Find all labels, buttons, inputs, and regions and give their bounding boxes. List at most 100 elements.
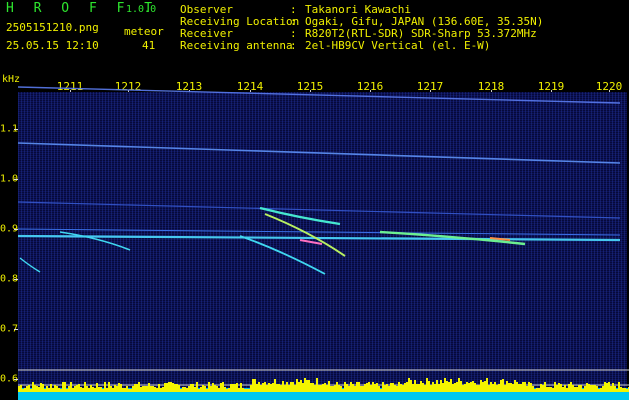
noise-spike — [116, 386, 118, 392]
noise-spike — [24, 388, 26, 392]
noise-spike — [544, 382, 546, 392]
noise-spike — [388, 386, 390, 392]
noise-spike — [208, 382, 210, 392]
noise-spike — [78, 384, 80, 392]
noise-spike — [620, 387, 622, 392]
noise-spike — [248, 389, 250, 392]
noise-spike — [290, 382, 292, 392]
noise-spike — [236, 383, 238, 392]
noise-spike — [310, 383, 312, 392]
noise-spike — [364, 384, 366, 392]
noise-spike — [320, 385, 322, 392]
noise-spike — [294, 385, 296, 392]
noise-spike — [20, 385, 22, 392]
noise-spike — [228, 388, 230, 392]
noise-spike — [240, 383, 242, 392]
noise-spike — [120, 384, 122, 392]
noise-spike — [194, 387, 196, 392]
noise-spike — [528, 382, 530, 392]
noise-spike — [58, 388, 60, 392]
noise-spike — [404, 383, 406, 392]
noise-spike — [232, 384, 234, 392]
noise-spike — [562, 387, 564, 392]
noise-spike — [330, 386, 332, 392]
noise-spike — [150, 386, 152, 392]
spectrogram-overlay — [17, 86, 629, 400]
noise-spike — [214, 385, 216, 392]
noise-spike — [480, 380, 482, 392]
noise-spike — [578, 385, 580, 392]
noise-spike — [366, 383, 368, 392]
noise-spike — [80, 387, 82, 392]
noise-spike — [534, 389, 536, 392]
noise-spike — [64, 382, 66, 392]
noise-spike — [260, 385, 262, 392]
noise-spike — [494, 382, 496, 392]
noise-spike — [600, 388, 602, 392]
noise-spike — [452, 384, 454, 392]
noise-spike — [250, 385, 252, 392]
noise-spike — [94, 388, 96, 392]
noise-spike — [352, 384, 354, 392]
carrier-line — [17, 86, 621, 104]
noise-spike — [252, 379, 254, 392]
noise-spike — [70, 382, 72, 392]
noise-spike — [538, 388, 540, 392]
noise-spike — [360, 386, 362, 392]
noise-spike — [42, 384, 44, 392]
noise-spike — [224, 387, 226, 392]
noise-spike — [504, 385, 506, 392]
noise-spike — [556, 385, 558, 392]
noise-spike — [492, 384, 494, 392]
noise-spike — [56, 386, 58, 392]
noise-spike — [72, 388, 74, 392]
carrier-line — [17, 142, 621, 164]
noise-spike — [608, 382, 610, 392]
noise-spike — [88, 388, 90, 392]
noise-spike — [442, 383, 444, 392]
noise-spike — [456, 382, 458, 392]
noise-spike — [514, 380, 516, 392]
meteor-echo — [59, 231, 131, 251]
noise-spike — [350, 382, 352, 392]
noise-spike — [478, 385, 480, 392]
noise-spike — [280, 385, 282, 392]
noise-spike — [160, 388, 162, 392]
noise-spike — [126, 386, 128, 392]
noise-spike — [444, 378, 446, 392]
noise-spike — [186, 388, 188, 392]
noise-spike — [512, 384, 514, 392]
noise-spike — [460, 381, 462, 392]
noise-spike — [32, 382, 34, 392]
noise-spike — [122, 388, 124, 392]
noise-spike — [292, 382, 294, 392]
noise-spike — [414, 380, 416, 392]
noise-spike — [472, 381, 474, 392]
noise-spike — [298, 382, 300, 392]
noise-spike — [356, 382, 358, 392]
noise-spike — [266, 385, 268, 392]
noise-spike — [612, 383, 614, 392]
noise-spike — [40, 383, 42, 392]
noise-spike — [570, 382, 572, 392]
noise-spike — [28, 385, 30, 392]
noise-spike — [164, 383, 166, 392]
noise-spike — [624, 388, 626, 392]
noise-spike — [254, 379, 256, 392]
noise-spike — [316, 378, 318, 392]
noise-spike — [174, 384, 176, 392]
noise-spike — [386, 384, 388, 392]
noise-spike — [422, 383, 424, 392]
noise-spike — [566, 388, 568, 392]
noise-spike — [372, 382, 374, 392]
noise-spike — [124, 388, 126, 392]
noise-spike — [454, 383, 456, 392]
noise-spike — [112, 388, 114, 392]
noise-spike — [144, 386, 146, 392]
noise-spike — [46, 386, 48, 392]
noise-spike — [418, 384, 420, 392]
noise-spike — [100, 387, 102, 392]
noise-spike — [508, 383, 510, 392]
noise-spike — [382, 382, 384, 392]
noise-spike — [488, 385, 490, 392]
